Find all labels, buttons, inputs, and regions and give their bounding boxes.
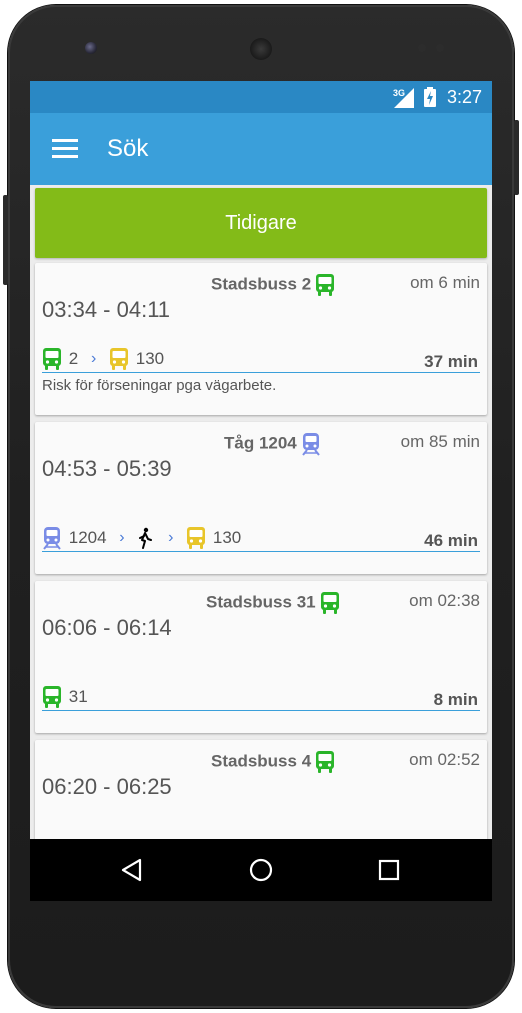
trip-vehicle: Tåg 1204: [224, 432, 321, 456]
app-bar: Sök: [30, 113, 492, 185]
walk-icon: [137, 527, 153, 549]
sensor: [418, 44, 426, 52]
home-icon[interactable]: [247, 856, 275, 884]
bus-icon: [42, 347, 62, 371]
status-time: 3:27: [446, 87, 482, 107]
earpiece-speaker: [250, 38, 272, 60]
trip-card[interactable]: Stadsbuss 2 om 6 min 03:34 - 04:11 2 › 1…: [35, 263, 487, 415]
phone-frame: 3G 3:27 Sök Tidigare Stadsbuss 2 om 6 mi…: [0, 0, 522, 1013]
trip-duration: 37 min: [424, 352, 478, 371]
trip-times: 04:53 - 05:39: [42, 456, 172, 481]
volume-button: [3, 195, 8, 285]
sensor: [436, 44, 444, 52]
chevron-right-icon: ›: [119, 529, 125, 546]
bus-icon: [315, 750, 335, 774]
train-icon: [301, 432, 321, 456]
trip-legs: 2 › 130: [42, 347, 164, 371]
back-icon[interactable]: [118, 856, 146, 884]
battery-charging-icon: [424, 87, 436, 107]
leg-label: 2: [68, 349, 79, 368]
trip-times: 06:20 - 06:25: [42, 774, 172, 799]
network-type: 3G: [393, 88, 405, 98]
trip-duration: 46 min: [424, 531, 478, 550]
chevron-right-icon: ›: [90, 350, 97, 367]
earlier-button[interactable]: Tidigare: [35, 188, 487, 258]
menu-icon[interactable]: [52, 139, 78, 159]
divider: [42, 372, 480, 373]
bus-icon: [109, 347, 129, 371]
trip-departure: om 6 min: [410, 273, 480, 292]
trip-legs: 1204 › › 130: [42, 526, 241, 550]
trip-vehicle-label: Stadsbuss 31: [206, 592, 316, 612]
trip-duration: 8 min: [433, 690, 478, 709]
train-icon: [42, 526, 62, 550]
front-camera: [85, 42, 97, 54]
leg-label: 130: [212, 528, 242, 547]
trip-vehicle-label: Stadsbuss 4: [211, 751, 312, 771]
trip-card[interactable]: Tåg 1204 om 85 min 04:53 - 05:39 1204 › …: [35, 422, 487, 574]
chevron-right-icon: ›: [168, 529, 174, 546]
signal-3g-icon: 3G: [393, 88, 414, 108]
trip-vehicle: Stadsbuss 4: [211, 750, 335, 774]
bus-icon: [320, 591, 340, 615]
leg-label: 130: [135, 349, 165, 368]
bus-icon: [186, 526, 206, 550]
recents-icon[interactable]: [375, 856, 403, 884]
navigation-bar: [30, 839, 492, 901]
trip-vehicle: Stadsbuss 31: [206, 591, 340, 615]
bus-icon: [315, 273, 335, 297]
trip-vehicle: Stadsbuss 2: [211, 273, 335, 297]
leg-label: 31: [68, 687, 88, 706]
trip-card[interactable]: Stadsbuss 31 om 02:38 06:06 - 06:14 31 8…: [35, 581, 487, 733]
leg-label: 1204: [68, 528, 107, 547]
trip-departure: om 02:38: [409, 591, 480, 610]
trip-departure: om 85 min: [400, 432, 480, 451]
trip-times: 06:06 - 06:14: [42, 615, 172, 640]
trip-legs: 31: [42, 685, 88, 709]
trip-times: 03:34 - 04:11: [42, 297, 171, 322]
divider: [42, 551, 480, 552]
power-button: [514, 120, 519, 195]
page-title: Sök: [107, 135, 149, 162]
trip-vehicle-label: Stadsbuss 2: [211, 274, 312, 294]
status-bar: 3G 3:27: [30, 81, 492, 113]
trip-departure: om 02:52: [409, 750, 480, 769]
trip-notice: Risk för förseningar pga vägarbete.: [42, 377, 277, 394]
screen: 3G 3:27 Sök Tidigare Stadsbuss 2 om 6 mi…: [30, 81, 492, 901]
trip-vehicle-label: Tåg 1204: [224, 433, 297, 453]
divider: [42, 710, 480, 711]
bus-icon: [42, 685, 62, 709]
